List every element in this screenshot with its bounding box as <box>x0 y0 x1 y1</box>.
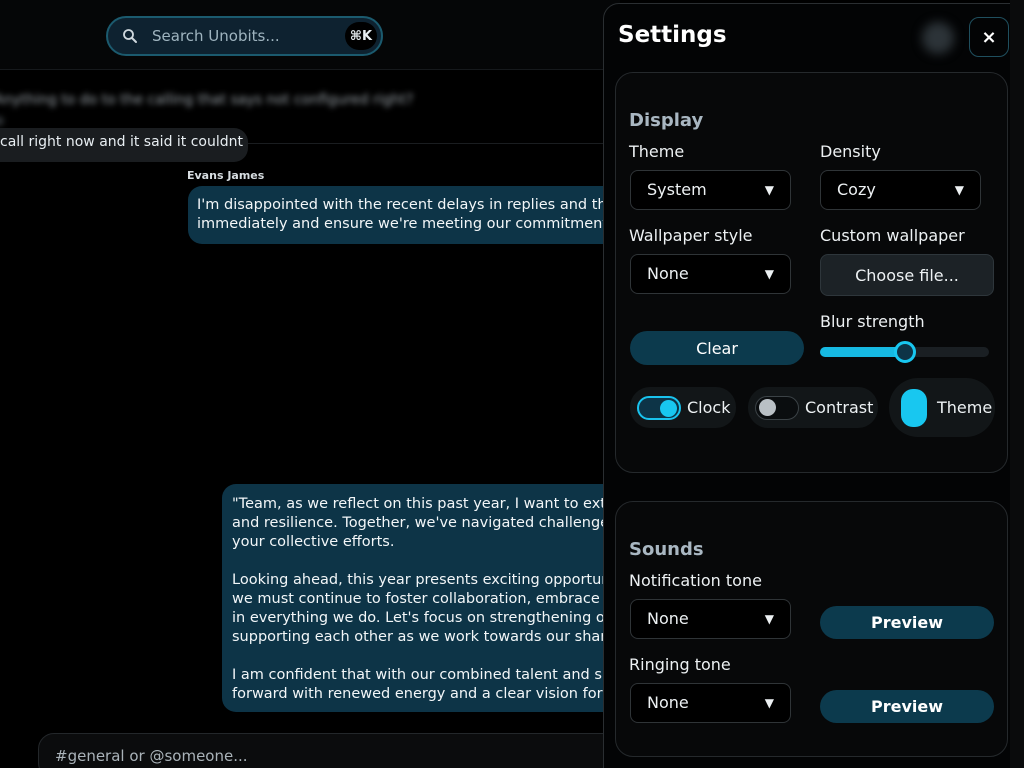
wallpaper-style-value: None <box>647 264 689 283</box>
blur-strength-label: Blur strength <box>820 312 925 331</box>
wallpaper-style-label: Wallpaper style <box>629 226 753 245</box>
message-line: I am confident that with our combined ta… <box>232 667 622 683</box>
message-line: in everything we do. Let's focus on stre… <box>232 610 620 626</box>
message-line: we must continue to foster collaboration… <box>232 591 622 607</box>
message-line: supporting each other as we work towards… <box>232 629 622 645</box>
sounds-section-title: Sounds <box>629 539 704 560</box>
density-label: Density <box>820 142 881 161</box>
ringing-preview-button[interactable]: Preview <box>820 690 994 723</box>
message-bubble: "Team, as we reflect on this past year, … <box>222 484 622 712</box>
display-section-title: Display <box>629 110 704 131</box>
message-line: immediately and ensure we're meeting our… <box>197 216 618 232</box>
theme-select-value: System <box>647 180 707 199</box>
notification-tone-value: None <box>647 609 689 628</box>
notification-tone-select[interactable]: None ▼ <box>630 599 791 639</box>
clear-button[interactable]: Clear <box>630 331 804 365</box>
choose-file-button[interactable]: Choose file... <box>820 254 994 296</box>
message-bubble: I'm disappointed with the recent delays … <box>188 186 618 244</box>
notification-tone-label: Notification tone <box>629 571 762 590</box>
ringing-tone-label: Ringing tone <box>629 655 731 674</box>
theme-toggle-chip[interactable]: Theme <box>889 378 995 437</box>
search-icon <box>123 29 137 43</box>
density-select[interactable]: Cozy ▼ <box>820 170 981 210</box>
message-line: I'm disappointed with the recent delays … <box>197 197 618 213</box>
message-line: your collective efforts. <box>232 534 395 550</box>
panel-edge <box>1010 0 1024 768</box>
blurred-marker <box>0 116 4 126</box>
notification-preview-button[interactable]: Preview <box>820 606 994 639</box>
clock-toggle[interactable] <box>637 395 681 420</box>
message-line: forward with renewed energy and a clear … <box>232 686 622 702</box>
avatar <box>922 22 954 54</box>
search-bar[interactable]: Search Unobits... ⌘K <box>106 16 383 56</box>
blurred-message-line: Anything to do to the calling that says … <box>0 92 414 108</box>
ringing-tone-value: None <box>647 693 689 712</box>
shortcut-badge: ⌘K <box>345 22 377 50</box>
custom-wallpaper-label: Custom wallpaper <box>820 226 965 245</box>
chevron-down-icon: ▼ <box>764 183 774 197</box>
contrast-toggle[interactable] <box>755 395 799 420</box>
clock-toggle-chip[interactable]: Clock <box>630 387 736 428</box>
contrast-toggle-label: Contrast <box>805 398 874 417</box>
settings-title: Settings <box>618 22 727 48</box>
slider-thumb[interactable] <box>893 341 916 363</box>
theme-label: Theme <box>629 142 685 161</box>
density-select-value: Cozy <box>837 180 876 199</box>
composer-placeholder: #general or @someone... <box>55 747 248 765</box>
chevron-down-icon: ▼ <box>954 183 964 197</box>
theme-color-swatch[interactable] <box>901 388 927 427</box>
search-placeholder: Search Unobits... <box>152 27 280 45</box>
close-icon: × <box>981 26 997 48</box>
theme-toggle-label: Theme <box>937 398 993 417</box>
message-line: and resilience. Together, we've navigate… <box>232 515 622 531</box>
close-button[interactable]: × <box>969 17 1009 57</box>
clock-toggle-label: Clock <box>687 398 731 417</box>
message-bubble-previous: call right now and it said it couldnt <box>0 128 248 162</box>
ringing-tone-select[interactable]: None ▼ <box>630 683 791 723</box>
message-text: call right now and it said it couldnt <box>0 134 244 150</box>
message-composer[interactable]: #general or @someone... <box>38 733 638 768</box>
chevron-down-icon: ▼ <box>764 612 774 626</box>
chevron-down-icon: ▼ <box>764 267 774 281</box>
chevron-down-icon: ▼ <box>764 696 774 710</box>
slider-fill <box>820 347 905 357</box>
wallpaper-style-select[interactable]: None ▼ <box>630 254 791 294</box>
blur-strength-slider[interactable] <box>820 341 989 363</box>
message-line: "Team, as we reflect on this past year, … <box>232 496 622 512</box>
theme-select[interactable]: System ▼ <box>630 170 791 210</box>
message-sender: Evans James <box>187 169 265 182</box>
contrast-toggle-chip[interactable]: Contrast <box>748 387 878 428</box>
message-line: Looking ahead, this year presents exciti… <box>232 572 622 588</box>
